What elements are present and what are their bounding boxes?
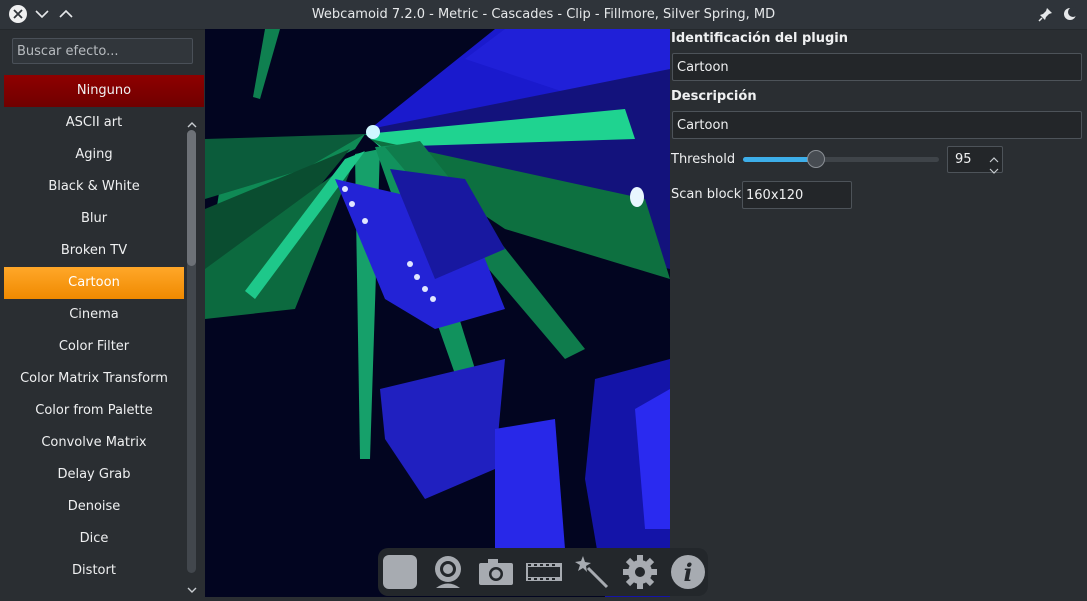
cartoon-frame-image [205, 29, 670, 597]
stop-icon[interactable] [382, 554, 418, 590]
effect-item[interactable]: Delay Grab [4, 459, 184, 491]
description-field[interactable]: Cartoon [672, 111, 1082, 139]
threshold-slider-fill [743, 157, 816, 162]
webcam-icon[interactable] [430, 554, 466, 590]
effect-item[interactable]: Convolve Matrix [4, 427, 184, 459]
moon-icon[interactable] [1061, 5, 1079, 23]
pin-icon[interactable] [1037, 5, 1055, 23]
title-bar: Webcamoid 7.2.0 - Metric - Cascades - Cl… [0, 0, 1087, 30]
threshold-label: Threshold [671, 152, 736, 167]
chevron-up-icon[interactable] [989, 149, 999, 163]
description-label: Descripción [671, 89, 757, 104]
effect-item[interactable]: Color Matrix Transform [4, 363, 184, 395]
effect-item[interactable]: Color from Palette [4, 395, 184, 427]
chevron-down-icon[interactable] [989, 160, 999, 174]
effect-item-selected[interactable]: Cartoon [4, 267, 184, 299]
effect-item[interactable]: Broken TV [4, 235, 184, 267]
effect-item[interactable]: Denoise [4, 491, 184, 523]
threshold-slider-handle[interactable] [806, 150, 825, 168]
chevron-down-icon[interactable] [186, 579, 198, 593]
effects-panel: Ninguno ASCII art Aging Black & White Bl… [0, 30, 205, 601]
scrollbar-thumb[interactable] [187, 130, 196, 266]
effect-none-button[interactable]: Ninguno [4, 75, 204, 107]
gear-icon[interactable] [622, 554, 658, 590]
video-preview [205, 29, 670, 597]
effect-item[interactable]: Color Filter [4, 331, 184, 363]
magic-wand-icon[interactable] [574, 554, 610, 590]
search-input[interactable] [12, 38, 193, 64]
plugin-id-field[interactable]: Cartoon [672, 53, 1082, 81]
scan-block-field[interactable]: 160x120 [742, 181, 852, 209]
effect-item[interactable]: ASCII art [4, 107, 184, 139]
camera-icon[interactable] [478, 554, 514, 590]
plugin-id-label: Identificación del plugin [671, 31, 849, 46]
film-icon[interactable] [526, 554, 562, 590]
effect-item[interactable]: Blur [4, 203, 184, 235]
effect-item[interactable]: Dice [4, 523, 184, 555]
effect-item[interactable]: Black & White [4, 171, 184, 203]
effect-item[interactable]: Cinema [4, 299, 184, 331]
effect-item[interactable]: Aging [4, 139, 184, 171]
window-title: Webcamoid 7.2.0 - Metric - Cascades - Cl… [311, 7, 776, 22]
scan-block-label: Scan block [671, 187, 742, 202]
plugin-settings-panel: Identificación del plugin Cartoon Descri… [670, 29, 1087, 601]
bottom-toolbar: i [378, 548, 708, 596]
chevron-up-icon[interactable] [186, 114, 198, 128]
effect-item[interactable]: Distort [4, 555, 184, 587]
